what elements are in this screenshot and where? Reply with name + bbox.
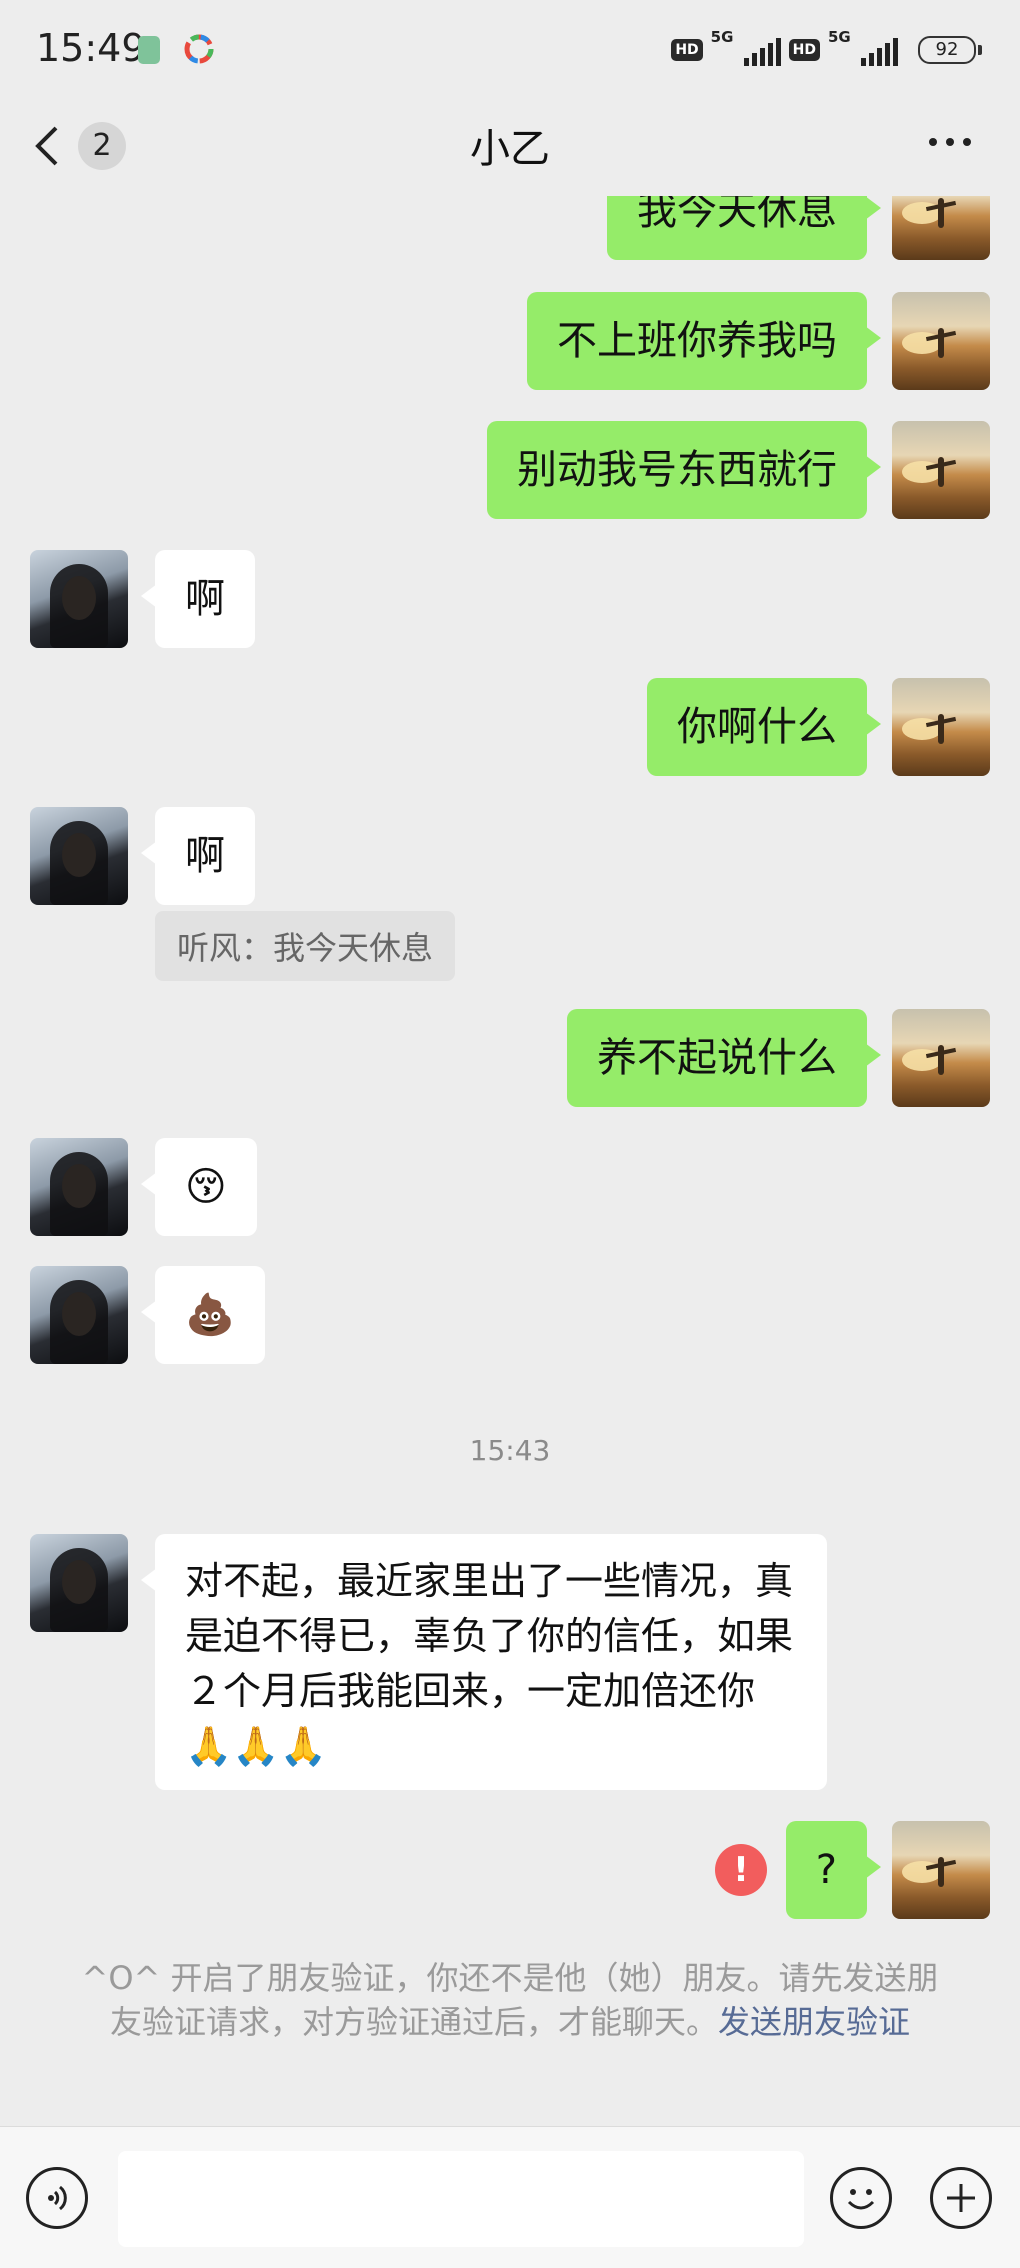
voice-button[interactable] — [26, 2167, 88, 2229]
send-friend-verification-link[interactable]: 发送朋友验证 — [718, 2003, 910, 2041]
app-notification-icon-2 — [184, 34, 214, 64]
contact-avatar[interactable] — [30, 550, 128, 648]
more-functions-button[interactable] — [930, 2167, 992, 2229]
message-bubble-mine[interactable]: 你啊什么 — [647, 678, 881, 776]
signal-icon-2: 5G — [828, 28, 898, 68]
system-notice: ^O^ 开启了朋友验证，你还不是他（她）朋友。请先发送朋友验证请求，对方验证通过… — [70, 1956, 950, 2044]
my-avatar[interactable] — [892, 1009, 990, 1107]
my-avatar[interactable] — [892, 292, 990, 390]
message-row: 对不起，最近家里出了一些情况，真是迫不得已，辜负了你的信任，如果２个月后我能回来… — [0, 1534, 1020, 1794]
message-bubble-theirs[interactable]: 💩 — [141, 1266, 265, 1364]
message-bubble-mine[interactable]: 我今天休息 — [607, 196, 881, 260]
message-row: 别动我号东西就行 — [0, 421, 1020, 519]
my-avatar[interactable] — [892, 196, 990, 260]
message-input[interactable] — [118, 2151, 804, 2247]
message-row: 养不起说什么 — [0, 1009, 1020, 1107]
chat-title: 小乙 — [470, 126, 550, 172]
input-bar — [0, 2126, 1020, 2268]
emoji-button[interactable] — [830, 2167, 892, 2229]
contact-avatar[interactable] — [30, 1534, 128, 1632]
emoji-icon — [847, 2189, 875, 2210]
message-bubble-theirs[interactable]: 啊 — [141, 550, 255, 648]
status-icons: HD 5G HD 5G 92 — [671, 28, 982, 70]
signal-icon: 5G — [711, 28, 781, 68]
message-bubble-mine[interactable]: 不上班你养我吗 — [527, 292, 881, 390]
message-list[interactable]: 我今天休息 不上班你养我吗 别动我号东西就行 啊 你啊什么 啊 听风：我今天休息… — [0, 196, 1020, 2126]
message-row: 我今天休息 — [0, 196, 1020, 260]
status-bar: 15:49 HD 5G HD 5G 92 — [0, 0, 1020, 100]
message-bubble-theirs[interactable]: 对不起，最近家里出了一些情况，真是迫不得已，辜负了你的信任，如果２个月后我能回来… — [141, 1534, 827, 1790]
message-row: ! ? — [0, 1821, 1020, 1919]
send-failed-icon[interactable]: ! — [715, 1844, 767, 1896]
plus-icon — [947, 2184, 975, 2212]
message-bubble-theirs[interactable]: 😚 — [141, 1138, 257, 1236]
hd-badge: HD — [671, 39, 703, 61]
contact-avatar[interactable] — [30, 1138, 128, 1236]
contact-avatar[interactable] — [30, 1266, 128, 1364]
network-type: 5G — [710, 28, 734, 46]
message-row: 啊 听风：我今天休息 — [0, 807, 1020, 981]
message-bubble-mine[interactable]: 养不起说什么 — [567, 1009, 881, 1107]
status-time: 15:49 — [36, 26, 146, 70]
network-type-2: 5G — [828, 28, 851, 46]
my-avatar[interactable] — [892, 421, 990, 519]
app-notification-icon — [138, 36, 160, 64]
message-bubble-theirs[interactable]: 啊 — [141, 807, 255, 905]
message-row: 啊 — [0, 550, 1020, 648]
chat-header: 2 小乙 — [0, 100, 1020, 196]
more-dots-icon — [929, 138, 937, 146]
message-timestamp: 15:43 — [469, 1434, 551, 1467]
my-avatar[interactable] — [892, 678, 990, 776]
message-bubble-mine[interactable]: ? — [785, 1821, 882, 1919]
battery-icon: 92 — [918, 36, 982, 64]
contact-avatar[interactable] — [30, 807, 128, 905]
more-button[interactable] — [920, 122, 980, 162]
message-row: 你啊什么 — [0, 678, 1020, 776]
message-row: 不上班你养我吗 — [0, 292, 1020, 390]
quoted-message[interactable]: 听风：我今天休息 — [155, 911, 456, 981]
my-avatar[interactable] — [892, 1821, 990, 1919]
voice-icon — [48, 2185, 67, 2211]
message-bubble-mine[interactable]: 别动我号东西就行 — [487, 421, 881, 519]
message-row: 💩 — [0, 1266, 1020, 1364]
message-row: 😚 — [0, 1138, 1020, 1236]
hd-badge-2: HD — [788, 39, 820, 61]
